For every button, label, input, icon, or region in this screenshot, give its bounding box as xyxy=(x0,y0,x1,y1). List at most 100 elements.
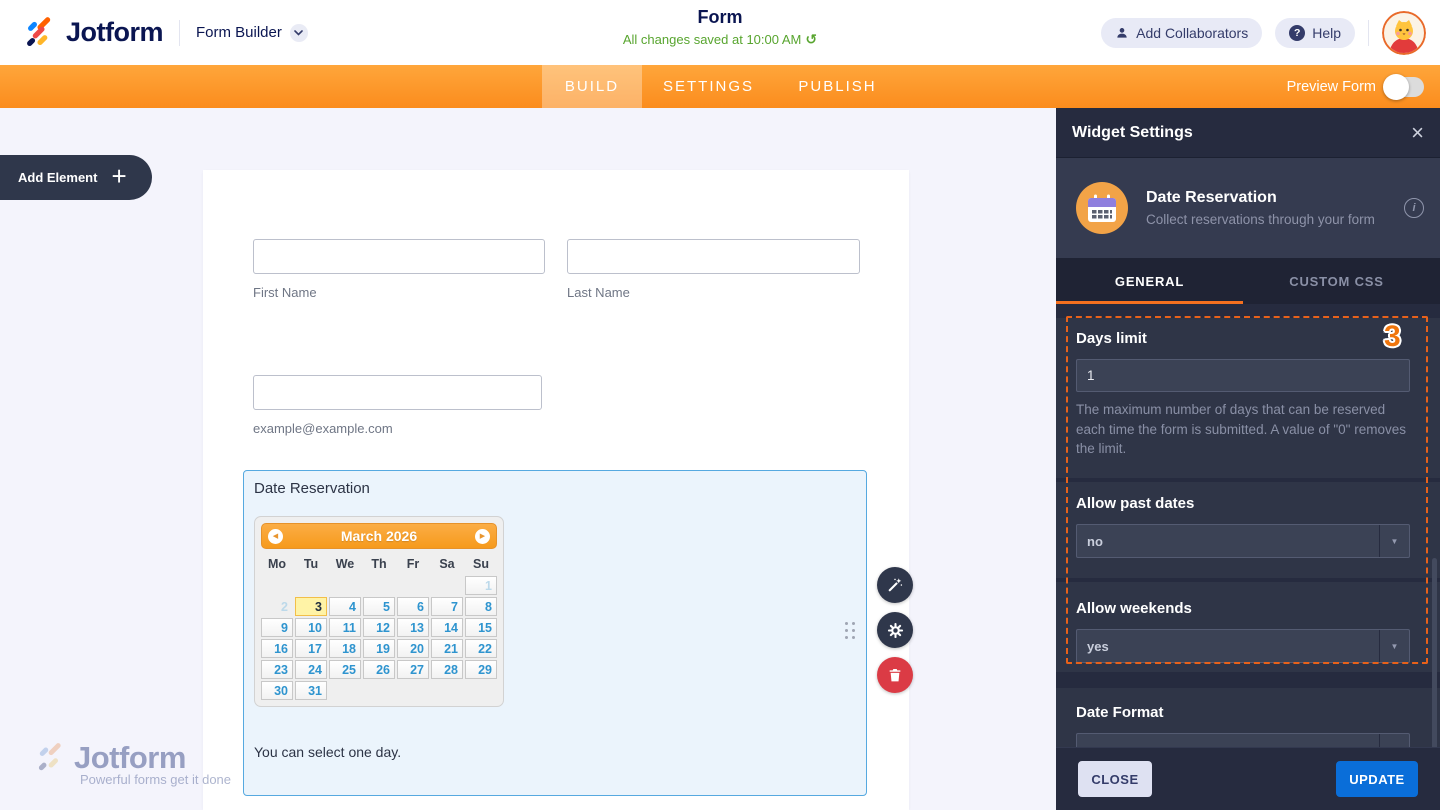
avatar[interactable] xyxy=(1382,11,1426,55)
tab-build[interactable]: BUILD xyxy=(542,65,642,108)
calendar-day-21[interactable]: 21 xyxy=(431,639,463,658)
allow-past-dates-label: Allow past dates xyxy=(1076,482,1420,512)
calendar-day-5[interactable]: 5 xyxy=(363,597,395,616)
calendar-day-20[interactable]: 20 xyxy=(397,639,429,658)
tab-custom-css[interactable]: CUSTOM CSS xyxy=(1243,258,1430,304)
trash-icon xyxy=(887,667,903,683)
navbar-tabs: BUILD SETTINGS PUBLISH xyxy=(542,65,900,108)
first-name-input[interactable] xyxy=(253,239,545,274)
calendar-empty-cell xyxy=(363,681,395,700)
calendar-day-25[interactable]: 25 xyxy=(329,660,361,679)
calendar-day-30[interactable]: 30 xyxy=(261,681,293,700)
date-reservation-widget[interactable]: Date Reservation ◀ March 2026 ▶ MoTuWeTh… xyxy=(243,470,867,796)
watermark-title: Jotform xyxy=(74,740,186,776)
calendar-day-11[interactable]: 11 xyxy=(329,618,361,637)
email-sublabel: example@example.com xyxy=(253,421,393,436)
calendar-day-15[interactable]: 15 xyxy=(465,618,497,637)
toggle-knob[interactable] xyxy=(1383,74,1409,100)
date-format-label: Date Format xyxy=(1076,688,1420,721)
last-name-sublabel: Last Name xyxy=(567,285,630,300)
calendar-day-8[interactable]: 8 xyxy=(465,597,497,616)
calendar-day-header: We xyxy=(329,554,361,574)
calendar-day-12[interactable]: 12 xyxy=(363,618,395,637)
calendar-day-3[interactable]: 3 xyxy=(295,597,327,616)
drag-handle[interactable] xyxy=(845,622,855,639)
allow-weekends-section: Allow weekends yes ▼ xyxy=(1056,582,1440,672)
calendar-empty-cell xyxy=(363,576,395,595)
calendar-day-24[interactable]: 24 xyxy=(295,660,327,679)
calendar-day-27[interactable]: 27 xyxy=(397,660,429,679)
calendar-hint: You can select one day. xyxy=(254,744,401,760)
calendar-day-28[interactable]: 28 xyxy=(431,660,463,679)
tab-general[interactable]: GENERAL xyxy=(1056,258,1243,304)
avatar-mascot xyxy=(1382,11,1426,55)
calendar-next-button[interactable]: ▶ xyxy=(475,529,490,544)
allow-weekends-select[interactable]: yes ▼ xyxy=(1076,629,1410,663)
calendar-day-16[interactable]: 16 xyxy=(261,639,293,658)
calendar-day-header: Th xyxy=(363,554,395,574)
chevron-down-icon: ▼ xyxy=(1379,630,1409,662)
calendar-day-29[interactable]: 29 xyxy=(465,660,497,679)
close-button[interactable]: CLOSE xyxy=(1078,761,1152,797)
builder-navbar: BUILD SETTINGS PUBLISH Preview Form xyxy=(0,65,1440,108)
tab-publish[interactable]: PUBLISH xyxy=(775,65,900,108)
jotform-logo[interactable]: Jotform xyxy=(24,16,163,50)
calendar-empty-cell xyxy=(329,681,361,700)
calendar-empty-cell xyxy=(431,681,463,700)
calendar-prev-button[interactable]: ◀ xyxy=(268,529,283,544)
days-limit-input[interactable] xyxy=(1076,359,1410,392)
calendar-empty-cell xyxy=(431,576,463,595)
watermark-logo-icon xyxy=(36,742,68,774)
person-icon xyxy=(1115,26,1129,40)
calendar-day-13[interactable]: 13 xyxy=(397,618,429,637)
help-label: Help xyxy=(1312,25,1341,41)
calendar-day-14[interactable]: 14 xyxy=(431,618,463,637)
top-header: Jotform Form Builder Form All changes sa… xyxy=(0,0,1440,65)
allow-past-dates-select[interactable]: no ▼ xyxy=(1076,524,1410,558)
watermark-tagline: Powerful forms get it done xyxy=(80,772,231,787)
date-reservation-label: Date Reservation xyxy=(254,480,370,497)
jotform-form-builder: Jotform Form Builder Form All changes sa… xyxy=(0,0,1440,810)
calendar-empty-cell xyxy=(295,576,327,595)
tab-settings[interactable]: SETTINGS xyxy=(642,65,775,108)
close-icon[interactable]: × xyxy=(1411,122,1424,144)
calendar-day-header: Mo xyxy=(261,554,293,574)
info-icon[interactable]: i xyxy=(1404,198,1424,218)
form-builder-menu[interactable]: Form Builder xyxy=(196,24,308,42)
jotform-logo-icon xyxy=(24,16,58,50)
calendar-day-18[interactable]: 18 xyxy=(329,639,361,658)
calendar: ◀ March 2026 ▶ MoTuWeThFrSaSu12345678910… xyxy=(254,516,504,707)
save-status-text: All changes saved at 10:00 AM xyxy=(623,32,802,47)
preview-form-toggle[interactable] xyxy=(1386,77,1424,97)
calendar-day-19[interactable]: 19 xyxy=(363,639,395,658)
email-input[interactable] xyxy=(253,375,542,410)
jotform-logo-text: Jotform xyxy=(66,17,163,48)
calendar-day-26[interactable]: 26 xyxy=(363,660,395,679)
revert-icon[interactable]: ↺ xyxy=(805,31,817,48)
add-collaborators-button[interactable]: Add Collaborators xyxy=(1101,18,1262,48)
calendar-day-22[interactable]: 22 xyxy=(465,639,497,658)
jotform-watermark: Jotform Powerful forms get it done xyxy=(36,740,231,787)
calendar-grid: MoTuWeThFrSaSu12345678910111213141516171… xyxy=(261,554,497,700)
header-divider xyxy=(1368,20,1369,46)
last-name-input[interactable] xyxy=(567,239,860,274)
help-button[interactable]: ? Help xyxy=(1275,18,1355,48)
delete-button[interactable] xyxy=(877,657,913,693)
update-button[interactable]: UPDATE xyxy=(1336,761,1418,797)
preview-form-label: Preview Form xyxy=(1287,79,1376,95)
calendar-day-7[interactable]: 7 xyxy=(431,597,463,616)
calendar-day-31[interactable]: 31 xyxy=(295,681,327,700)
add-element-button[interactable]: Add Element + xyxy=(0,155,152,200)
widget-settings-panel: Widget Settings × Date Reservation Colle… xyxy=(1056,108,1440,810)
calendar-day-10[interactable]: 10 xyxy=(295,618,327,637)
calendar-day-23[interactable]: 23 xyxy=(261,660,293,679)
calendar-day-6[interactable]: 6 xyxy=(397,597,429,616)
save-status[interactable]: All changes saved at 10:00 AM ↺ xyxy=(623,31,817,48)
calendar-day-9[interactable]: 9 xyxy=(261,618,293,637)
form-builder-label: Form Builder xyxy=(196,24,282,41)
calendar-day-17[interactable]: 17 xyxy=(295,639,327,658)
calendar-day-4[interactable]: 4 xyxy=(329,597,361,616)
panel-scrollbar[interactable] xyxy=(1432,558,1437,753)
wizard-button[interactable] xyxy=(877,567,913,603)
settings-button[interactable] xyxy=(877,612,913,648)
